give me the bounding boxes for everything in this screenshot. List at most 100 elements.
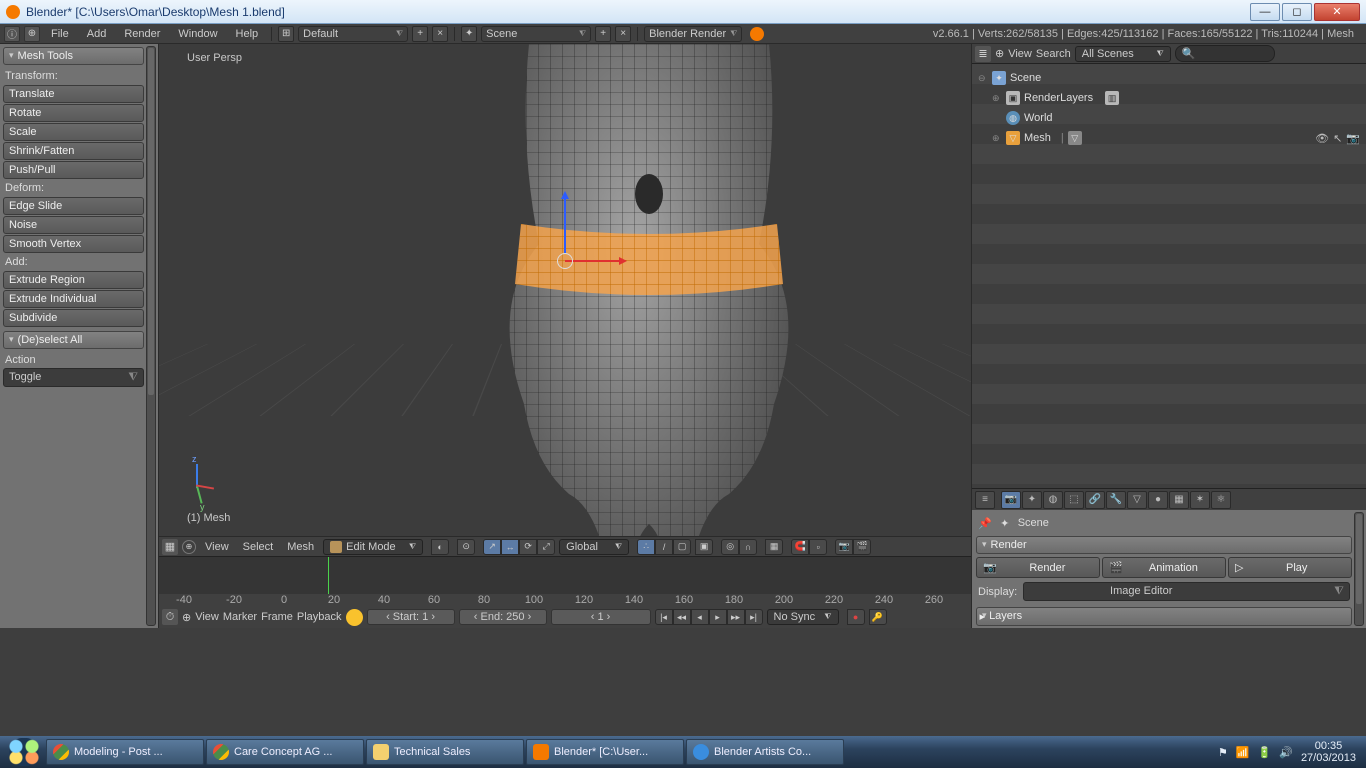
screen-layout-browse-icon[interactable]: ⊞ (278, 26, 294, 42)
layers-panel-header[interactable]: ▸ Layers (976, 607, 1352, 626)
subdivide-button[interactable]: Subdivide (3, 309, 144, 327)
sync-select[interactable]: No Sync⧨ (767, 609, 839, 625)
rotate-button[interactable]: Rotate (3, 104, 144, 122)
editor-type-properties-icon[interactable]: ≡ (975, 491, 995, 509)
outliner-tree[interactable]: ⊖✦Scene ⊕▣RenderLayers ▥ ◍World ⊕▽Mesh |… (972, 64, 1366, 488)
current-frame-field[interactable]: ‹ 1 › (551, 609, 651, 625)
selectable-icon[interactable]: ↖ (1333, 132, 1342, 145)
renderable-icon[interactable]: 📷 (1346, 132, 1360, 145)
smooth-vertex-button[interactable]: Smooth Vertex (3, 235, 144, 253)
play-icon[interactable]: ▸ (709, 609, 727, 625)
scene-tab-icon[interactable]: ✦ (1022, 491, 1042, 509)
tl-menu-playback[interactable]: Playback (297, 611, 342, 623)
pin-icon[interactable]: 📌 (978, 517, 992, 530)
start-frame-field[interactable]: ‹ Start: 1 › (367, 609, 455, 625)
tl-menu-marker[interactable]: Marker (223, 611, 257, 623)
manipulator-scale-icon[interactable]: ⤢ (537, 539, 555, 555)
occlude-toggle[interactable]: ▣ (695, 539, 713, 555)
tray-network-icon[interactable]: 📶 (1236, 746, 1250, 759)
face-select-icon[interactable]: ▢ (673, 539, 691, 555)
tl-collapse-icon[interactable]: ⊕ (182, 611, 191, 624)
menu-render[interactable]: Render (117, 28, 167, 40)
snap-type-icon[interactable]: ▫ (809, 539, 827, 555)
task-ie-blenderartists[interactable]: Blender Artists Co... (686, 739, 844, 765)
noise-button[interactable]: Noise (3, 216, 144, 234)
jump-start-icon[interactable]: |◂ (655, 609, 673, 625)
scene-browse-icon[interactable]: ✦ (461, 26, 477, 42)
tray-volume-icon[interactable]: 🔊 (1279, 746, 1293, 759)
snap-icon[interactable]: 🧲 (791, 539, 809, 555)
extrude-region-button[interactable]: Extrude Region (3, 271, 144, 289)
jump-end-icon[interactable]: ▸| (745, 609, 763, 625)
menu-add[interactable]: Add (80, 28, 114, 40)
outliner-world-row[interactable]: ◍World (978, 108, 1360, 128)
prop-falloff-icon[interactable]: ∩ (739, 539, 757, 555)
system-tray[interactable]: ⚑ 📶 🔋 🔊 00:35 27/03/2013 (1212, 740, 1362, 764)
tray-battery-icon[interactable]: 🔋 (1258, 746, 1272, 759)
particles-tab-icon[interactable]: ✶ (1190, 491, 1210, 509)
start-button[interactable] (4, 738, 44, 766)
properties-scrollbar[interactable] (1354, 512, 1364, 626)
editor-type-icon[interactable]: ⓘ (4, 26, 20, 42)
timeline-track[interactable]: -40-200204060801001201401601802002202402… (159, 557, 971, 607)
outliner-search-field[interactable]: 🔍 (1175, 45, 1275, 62)
play-button[interactable]: ▷Play (1228, 557, 1352, 578)
pivot-select[interactable]: ⊙ (457, 539, 475, 555)
scale-button[interactable]: Scale (3, 123, 144, 141)
objdata-tab-icon[interactable]: ▽ (1127, 491, 1147, 509)
render-button[interactable]: 📷Render (976, 557, 1100, 578)
tl-menu-view[interactable]: View (195, 611, 219, 623)
clock[interactable]: 00:35 27/03/2013 (1301, 740, 1356, 764)
outliner-renderlayers-row[interactable]: ⊕▣RenderLayers ▥ (978, 88, 1360, 108)
editor-type-outliner-icon[interactable]: ≣ (975, 46, 991, 62)
mesh-tools-panel-header[interactable]: Mesh Tools (3, 47, 144, 65)
shading-select[interactable]: ◐ (431, 539, 449, 555)
object-tab-icon[interactable]: ⬚ (1064, 491, 1084, 509)
task-chrome-modeling[interactable]: Modeling - Post ... (46, 739, 204, 765)
opengl-anim-icon[interactable]: 🎬 (853, 539, 871, 555)
constraints-tab-icon[interactable]: 🔗 (1085, 491, 1105, 509)
render-tab-icon[interactable]: 📷 (1001, 491, 1021, 509)
editor-type-3dview-icon[interactable]: ▦ (162, 539, 178, 555)
layers-icon[interactable]: ▦ (765, 539, 783, 555)
transform-gizmo[interactable] (553, 249, 577, 273)
vertex-select-icon[interactable]: ∴ (637, 539, 655, 555)
engine-select[interactable]: Blender Render⧨ (644, 26, 742, 42)
visibility-icon[interactable]: 👁 (1315, 132, 1329, 145)
physics-tab-icon[interactable]: ⚛ (1211, 491, 1231, 509)
vp-menu-select[interactable]: Select (238, 541, 279, 553)
ol-menu-search[interactable]: Search (1036, 48, 1071, 60)
manipulator-translate-icon[interactable]: ↔ (501, 539, 519, 555)
keying-set-icon[interactable]: 🔑 (869, 609, 887, 625)
prop-edit-icon[interactable]: ◎ (721, 539, 739, 555)
material-tab-icon[interactable]: ● (1148, 491, 1168, 509)
scene-remove-icon[interactable]: × (615, 26, 631, 42)
collapse-menus-icon[interactable]: ⊕ (24, 26, 40, 42)
orientation-select[interactable]: Global⧨ (559, 539, 629, 555)
manipulator-rotate-icon[interactable]: ⟳ (519, 539, 537, 555)
screen-layout-select[interactable]: Default⧨ (298, 26, 408, 42)
opengl-render-icon[interactable]: 📷 (835, 539, 853, 555)
outliner-mesh-row[interactable]: ⊕▽Mesh | ▽ 👁↖📷 (978, 128, 1360, 148)
world-tab-icon[interactable]: ◍ (1043, 491, 1063, 509)
maximize-button[interactable]: ◻ (1282, 3, 1312, 21)
push-pull-button[interactable]: Push/Pull (3, 161, 144, 179)
minimize-button[interactable]: — (1250, 3, 1280, 21)
tray-flag-icon[interactable]: ⚑ (1218, 746, 1228, 759)
close-button[interactable]: ✕ (1314, 3, 1360, 21)
manipulator-toggle-icon[interactable]: ↗ (483, 539, 501, 555)
scene-add-icon[interactable]: + (595, 26, 611, 42)
shrink-fatten-button[interactable]: Shrink/Fatten (3, 142, 144, 160)
texture-tab-icon[interactable]: ▦ (1169, 491, 1189, 509)
edge-slide-button[interactable]: Edge Slide (3, 197, 144, 215)
task-explorer-tech[interactable]: Technical Sales (366, 739, 524, 765)
menu-window[interactable]: Window (171, 28, 224, 40)
key-next-icon[interactable]: ▸▸ (727, 609, 745, 625)
3d-viewport[interactable]: User Persp zy (1) Mesh (159, 44, 971, 536)
task-chrome-care[interactable]: Care Concept AG ... (206, 739, 364, 765)
screen-layout-remove-icon[interactable]: × (432, 26, 448, 42)
vp-menu-mesh[interactable]: Mesh (282, 541, 319, 553)
blender-org-icon[interactable] (750, 27, 764, 41)
ol-menu-view[interactable]: View (1008, 48, 1032, 60)
autokey-icon[interactable]: ● (847, 609, 865, 625)
